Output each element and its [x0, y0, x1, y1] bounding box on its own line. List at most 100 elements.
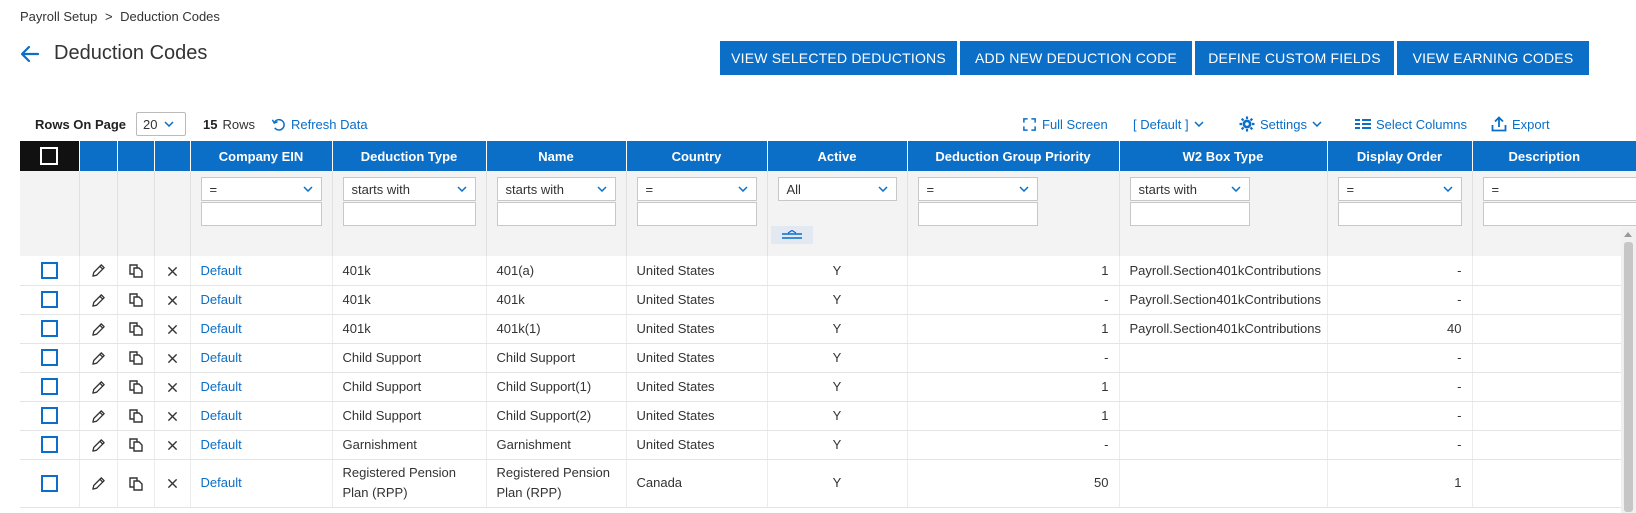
refresh-data-button[interactable]: Refresh Data: [271, 110, 368, 138]
cell-company-ein[interactable]: Default: [190, 256, 333, 286]
company-ein-link[interactable]: Default: [201, 321, 242, 336]
company-ein-link[interactable]: Default: [201, 292, 242, 307]
row-checkbox[interactable]: [40, 475, 58, 493]
table-row[interactable]: Default Registered Pension Plan (RPP) Re…: [20, 459, 1636, 508]
header-active[interactable]: Active: [767, 141, 908, 171]
vertical-scrollbar[interactable]: [1621, 228, 1636, 513]
cell-company-ein[interactable]: Default: [190, 285, 333, 315]
filter-priority-input[interactable]: [917, 202, 1038, 226]
add-new-deduction-code-button[interactable]: ADD NEW DEDUCTION CODE: [960, 41, 1192, 75]
copy-icon[interactable]: [128, 408, 144, 424]
pencil-icon[interactable]: [91, 409, 106, 424]
header-description[interactable]: Description: [1472, 141, 1636, 171]
company-ein-link[interactable]: Default: [201, 379, 242, 394]
view-earning-codes-button[interactable]: VIEW EARNING CODES: [1397, 41, 1589, 75]
row-checkbox[interactable]: [40, 436, 58, 454]
pencil-icon[interactable]: [91, 380, 106, 395]
company-ein-link[interactable]: Default: [201, 408, 242, 423]
filter-description-operator[interactable]: =: [1482, 177, 1636, 201]
filter-country-operator[interactable]: =: [636, 177, 757, 201]
rows-on-page-select[interactable]: 20: [136, 112, 186, 136]
header-select-all[interactable]: [20, 141, 80, 171]
filter-deduction-type-input[interactable]: [342, 202, 476, 226]
row-checkbox[interactable]: [40, 320, 58, 338]
column-resize-grip[interactable]: [771, 226, 813, 244]
export-button[interactable]: Export: [1491, 110, 1550, 138]
pencil-icon[interactable]: [91, 322, 106, 337]
copy-icon[interactable]: [128, 350, 144, 366]
copy-icon[interactable]: [128, 263, 144, 279]
row-checkbox[interactable]: [40, 349, 58, 367]
header-display-order[interactable]: Display Order: [1327, 141, 1473, 171]
copy-icon[interactable]: [128, 476, 144, 492]
row-checkbox[interactable]: [40, 378, 58, 396]
table-row[interactable]: Default Child Support Child Support(1) U…: [20, 372, 1636, 402]
close-icon[interactable]: [167, 382, 178, 393]
filter-display-order-operator[interactable]: =: [1337, 177, 1462, 201]
settings-dropdown[interactable]: Settings: [1239, 110, 1327, 138]
row-checkbox[interactable]: [40, 261, 58, 279]
header-company-ein[interactable]: Company EIN: [190, 141, 333, 171]
pencil-icon[interactable]: [91, 476, 106, 491]
row-checkbox[interactable]: [40, 407, 58, 425]
filter-w2-operator[interactable]: starts with: [1129, 177, 1250, 201]
define-custom-fields-button[interactable]: DEFINE CUSTOM FIELDS: [1195, 41, 1394, 75]
back-arrow-icon[interactable]: [20, 44, 40, 64]
view-selected-deductions-button[interactable]: VIEW SELECTED DEDUCTIONS: [720, 41, 957, 75]
scroll-up-icon[interactable]: [1624, 232, 1632, 237]
copy-icon[interactable]: [128, 437, 144, 453]
company-ein-link[interactable]: Default: [201, 263, 242, 278]
header-country[interactable]: Country: [626, 141, 768, 171]
select-all-checkbox[interactable]: [40, 147, 59, 165]
filter-priority-operator[interactable]: =: [917, 177, 1038, 201]
cell-company-ein[interactable]: Default: [190, 314, 333, 344]
header-deduction-group-priority[interactable]: Deduction Group Priority: [907, 141, 1120, 171]
select-columns-button[interactable]: Select Columns: [1355, 110, 1467, 138]
table-row[interactable]: Default 401k 401k United States Y - Payr…: [20, 285, 1636, 315]
filter-name-operator[interactable]: starts with: [496, 177, 616, 201]
close-icon[interactable]: [167, 478, 178, 489]
close-icon[interactable]: [167, 440, 178, 451]
filter-w2-input[interactable]: [1129, 202, 1250, 226]
filter-active-select[interactable]: All: [777, 177, 897, 201]
filter-company-ein-input[interactable]: [200, 202, 322, 226]
table-row[interactable]: Default Child Support Child Support(2) U…: [20, 401, 1636, 431]
filter-name-input[interactable]: [496, 202, 616, 226]
table-row[interactable]: Default 401k 401(a) United States Y 1 Pa…: [20, 256, 1636, 286]
pencil-icon[interactable]: [91, 263, 106, 278]
copy-icon[interactable]: [128, 321, 144, 337]
pencil-icon[interactable]: [91, 351, 106, 366]
filter-display-order-input[interactable]: [1337, 202, 1462, 226]
close-icon[interactable]: [167, 353, 178, 364]
close-icon[interactable]: [167, 411, 178, 422]
row-checkbox[interactable]: [40, 291, 58, 309]
close-icon[interactable]: [167, 295, 178, 306]
table-row[interactable]: Default 401k 401k(1) United States Y 1 P…: [20, 314, 1636, 344]
filter-deduction-type-operator[interactable]: starts with: [342, 177, 476, 201]
view-default-dropdown[interactable]: [ Default ]: [1133, 110, 1209, 138]
company-ein-link[interactable]: Default: [201, 350, 242, 365]
table-row[interactable]: Default Garnishment Garnishment United S…: [20, 430, 1636, 460]
copy-icon[interactable]: [128, 292, 144, 308]
pencil-icon[interactable]: [91, 293, 106, 308]
cell-company-ein[interactable]: Default: [190, 459, 333, 508]
header-deduction-type[interactable]: Deduction Type: [332, 141, 487, 171]
company-ein-link[interactable]: Default: [201, 475, 242, 490]
company-ein-link[interactable]: Default: [201, 437, 242, 452]
cell-company-ein[interactable]: Default: [190, 401, 333, 431]
table-row[interactable]: Default Child Support Child Support Unit…: [20, 343, 1636, 373]
full-screen-button[interactable]: Full Screen: [1022, 110, 1108, 138]
cell-company-ein[interactable]: Default: [190, 430, 333, 460]
scroll-thumb[interactable]: [1624, 242, 1633, 512]
close-icon[interactable]: [167, 324, 178, 335]
cell-company-ein[interactable]: Default: [190, 372, 333, 402]
breadcrumb-parent[interactable]: Payroll Setup: [20, 9, 97, 24]
pencil-icon[interactable]: [91, 438, 106, 453]
cell-company-ein[interactable]: Default: [190, 343, 333, 373]
filter-description-input[interactable]: [1482, 202, 1636, 226]
filter-country-input[interactable]: [636, 202, 757, 226]
filter-company-ein-operator[interactable]: =: [200, 177, 322, 201]
header-w2-box-type[interactable]: W2 Box Type: [1119, 141, 1328, 171]
header-name[interactable]: Name: [486, 141, 627, 171]
copy-icon[interactable]: [128, 379, 144, 395]
